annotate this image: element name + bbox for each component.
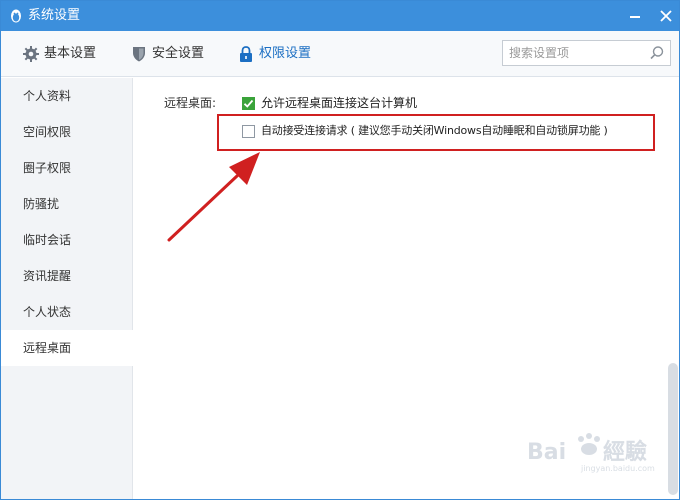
minimize-icon xyxy=(630,16,640,18)
remote-desktop-section-label: 远程桌面: xyxy=(164,96,217,110)
lock-icon xyxy=(240,46,252,62)
tab-basic-settings-label: 基本设置 xyxy=(44,46,97,61)
settings-toolbar: 基本设置 安全设置 权限设置 xyxy=(1,31,679,77)
sidebar-item-label: 个人资料 xyxy=(23,89,72,103)
sidebar-item-anti-harassment[interactable]: 防骚扰 xyxy=(1,186,133,222)
sidebar-item-personal-status[interactable]: 个人状态 xyxy=(1,294,133,330)
qq-penguin-icon xyxy=(11,9,21,23)
close-icon xyxy=(660,10,672,22)
tab-permission-settings-label: 权限设置 xyxy=(259,46,312,61)
vertical-scrollbar[interactable] xyxy=(668,363,678,495)
sidebar-item-news-reminder[interactable]: 资讯提醒 xyxy=(1,258,133,294)
sidebar-item-label: 防骚扰 xyxy=(23,197,60,211)
gear-icon xyxy=(23,46,39,62)
search-icon[interactable] xyxy=(649,45,665,61)
minimize-button[interactable] xyxy=(626,7,644,25)
allow-remote-desktop-label: 允许远程桌面连接这台计算机 xyxy=(261,96,418,110)
sidebar-item-label: 远程桌面 xyxy=(23,341,72,355)
settings-window: 系统设置 基本设置 安全设置 权限设置 搜索设置项 个人资料 空间权限 圈子权限… xyxy=(0,0,680,500)
tab-permission-settings[interactable]: 权限设置 xyxy=(237,44,317,64)
sidebar-item-temporary-chat[interactable]: 临时会话 xyxy=(1,222,133,258)
tab-security-settings[interactable]: 安全设置 xyxy=(130,44,210,64)
window-title: 系统设置 xyxy=(28,8,81,23)
allow-remote-desktop-checkbox[interactable] xyxy=(242,97,255,110)
sidebar-item-circle-permission[interactable]: 圈子权限 xyxy=(1,150,133,186)
allow-remote-desktop-option[interactable]: 允许远程桌面连接这台计算机 xyxy=(242,95,542,111)
svg-text:經驗: 經驗 xyxy=(603,439,647,465)
sidebar-item-label: 空间权限 xyxy=(23,125,72,139)
search-input[interactable] xyxy=(509,44,644,62)
baidu-jingyan-watermark-icon: Bai 經驗 jingyan.baidu.com xyxy=(527,433,655,473)
sidebar-item-label: 个人状态 xyxy=(23,305,72,319)
tab-basic-settings[interactable]: 基本设置 xyxy=(22,44,102,64)
search-box xyxy=(502,40,671,66)
shield-icon xyxy=(133,47,145,62)
sidebar-item-remote-desktop[interactable]: 远程桌面 xyxy=(1,330,134,366)
sidebar-item-label: 临时会话 xyxy=(23,233,72,247)
close-button[interactable] xyxy=(657,7,675,25)
sidebar-item-space-permission[interactable]: 空间权限 xyxy=(1,114,133,150)
title-bar: 系统设置 xyxy=(1,1,679,31)
sidebar-item-label: 圈子权限 xyxy=(23,161,72,175)
svg-text:jingyan.baidu.com: jingyan.baidu.com xyxy=(580,464,655,473)
settings-sidebar: 个人资料 空间权限 圈子权限 防骚扰 临时会话 资讯提醒 个人状态 远程桌面 xyxy=(1,78,134,499)
tab-security-settings-label: 安全设置 xyxy=(152,46,205,61)
sidebar-item-profile[interactable]: 个人资料 xyxy=(1,78,133,114)
annotation-highlight-box xyxy=(217,114,655,151)
svg-text:Bai: Bai xyxy=(527,440,566,465)
sidebar-item-label: 资讯提醒 xyxy=(23,269,72,283)
